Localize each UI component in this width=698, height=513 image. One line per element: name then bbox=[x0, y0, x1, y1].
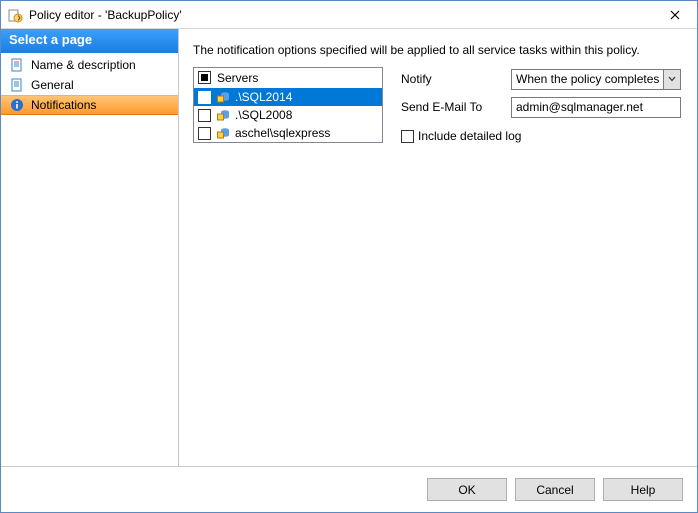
content-panel: The notification options specified will … bbox=[179, 29, 697, 466]
sidebar-header: Select a page bbox=[1, 29, 178, 53]
servers-header-row[interactable]: Servers bbox=[194, 68, 382, 88]
cancel-button[interactable]: Cancel bbox=[515, 478, 595, 501]
server-name: aschel\sqlexpress bbox=[235, 126, 330, 140]
server-checkbox[interactable]: ✓ bbox=[198, 91, 211, 104]
hint-text: The notification options specified will … bbox=[193, 43, 683, 57]
notify-value: When the policy completes bbox=[512, 72, 663, 86]
database-icon bbox=[215, 107, 231, 123]
notify-select[interactable]: When the policy completes bbox=[511, 69, 681, 90]
policy-editor-window: Policy editor - 'BackupPolicy' Select a … bbox=[0, 0, 698, 513]
notify-label: Notify bbox=[401, 72, 511, 86]
email-field[interactable] bbox=[511, 97, 681, 118]
server-checkbox[interactable] bbox=[198, 127, 211, 140]
include-log-label: Include detailed log bbox=[418, 129, 521, 143]
footer: OK Cancel Help bbox=[1, 466, 697, 512]
server-name: .\SQL2014 bbox=[235, 90, 292, 104]
include-log-checkbox[interactable] bbox=[401, 130, 414, 143]
server-checkbox[interactable] bbox=[198, 109, 211, 122]
notification-form: Notify When the policy completes Send E-… bbox=[401, 67, 683, 143]
servers-header-label: Servers bbox=[217, 71, 258, 85]
info-icon bbox=[9, 97, 25, 113]
sidebar: Select a page Name & description General bbox=[1, 29, 179, 466]
window-title: Policy editor - 'BackupPolicy' bbox=[29, 8, 653, 22]
server-row[interactable]: .\SQL2008 bbox=[194, 106, 382, 124]
sidebar-item-notifications[interactable]: Notifications bbox=[1, 95, 178, 115]
page-icon bbox=[9, 57, 25, 73]
database-icon bbox=[215, 89, 231, 105]
server-name: .\SQL2008 bbox=[235, 108, 292, 122]
email-label: Send E-Mail To bbox=[401, 100, 511, 114]
tristate-checkbox[interactable] bbox=[198, 71, 211, 84]
page-icon bbox=[9, 77, 25, 93]
ok-button[interactable]: OK bbox=[427, 478, 507, 501]
window-body: Select a page Name & description General bbox=[1, 29, 697, 466]
chevron-down-icon[interactable] bbox=[663, 70, 680, 89]
sidebar-item-label: General bbox=[31, 78, 74, 92]
help-button[interactable]: Help bbox=[603, 478, 683, 501]
database-icon bbox=[215, 125, 231, 141]
sidebar-item-label: Name & description bbox=[31, 58, 136, 72]
close-button[interactable] bbox=[653, 1, 697, 29]
sidebar-item-general[interactable]: General bbox=[1, 75, 178, 95]
server-row[interactable]: ✓ .\SQL2014 bbox=[194, 88, 382, 106]
titlebar: Policy editor - 'BackupPolicy' bbox=[1, 1, 697, 29]
server-row[interactable]: aschel\sqlexpress bbox=[194, 124, 382, 142]
servers-list: Servers ✓ .\SQL2014 .\SQL bbox=[193, 67, 383, 143]
sidebar-item-name-description[interactable]: Name & description bbox=[1, 55, 178, 75]
sidebar-item-label: Notifications bbox=[31, 98, 96, 112]
app-icon bbox=[7, 7, 23, 23]
sidebar-list: Name & description General Notifications bbox=[1, 53, 178, 117]
